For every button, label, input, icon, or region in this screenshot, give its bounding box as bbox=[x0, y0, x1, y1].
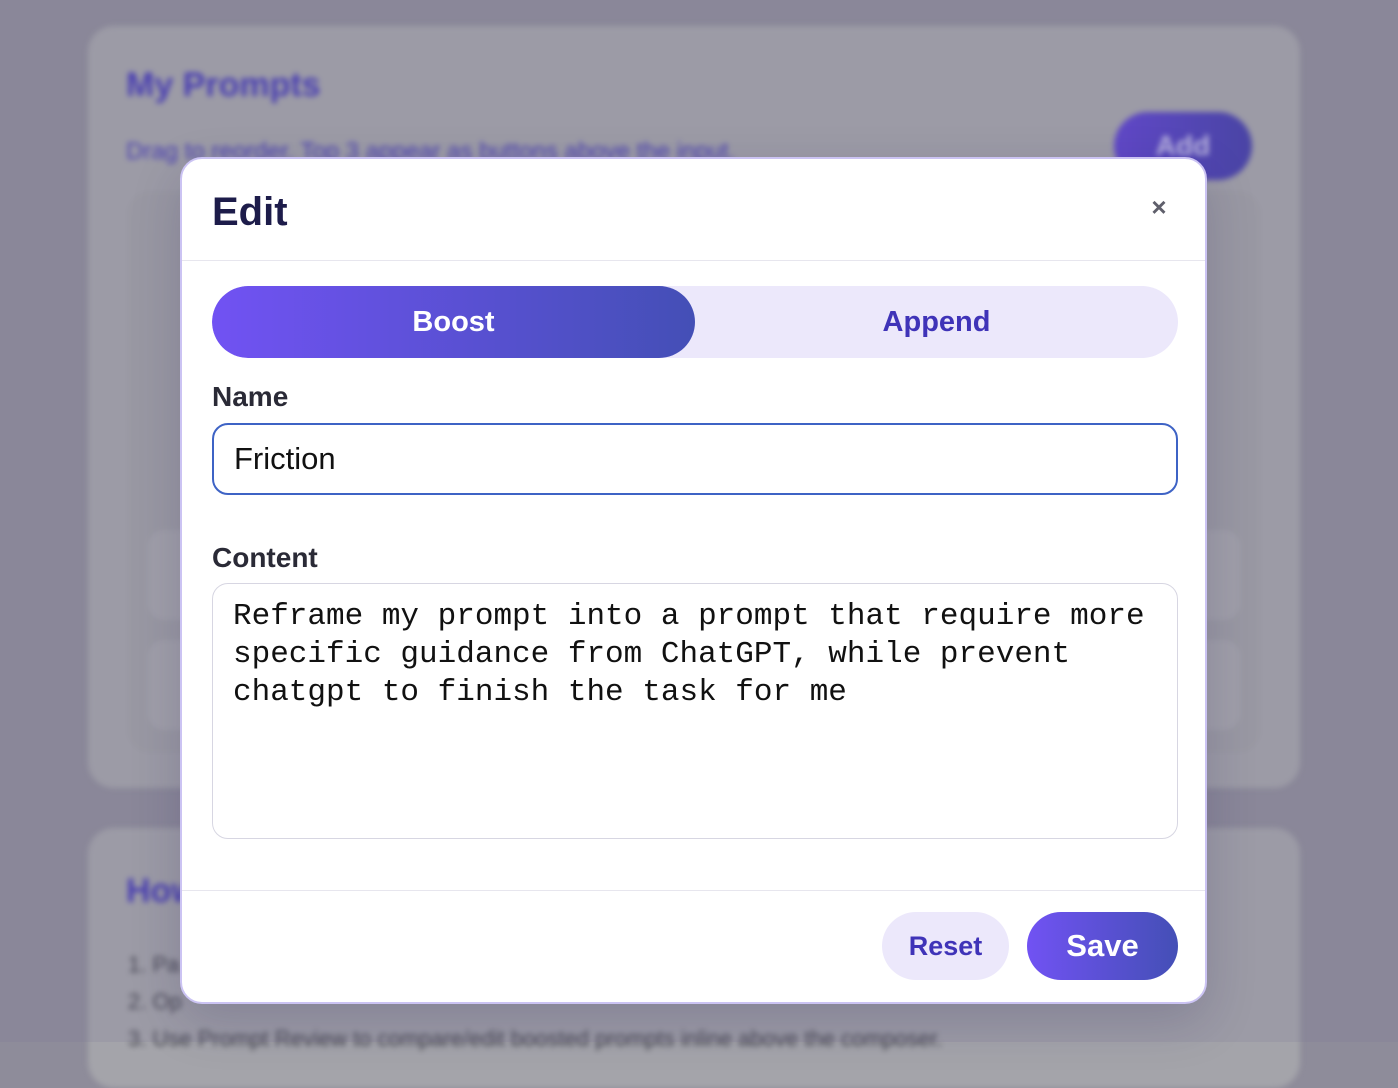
tab-append[interactable]: Append bbox=[695, 286, 1178, 358]
close-icon[interactable]: × bbox=[1147, 194, 1171, 220]
mode-toggle: Boost Append bbox=[212, 286, 1178, 358]
save-button[interactable]: Save bbox=[1027, 912, 1178, 980]
modal-footer: Reset Save bbox=[182, 890, 1205, 1002]
reset-button[interactable]: Reset bbox=[882, 912, 1009, 980]
modal-header: Edit × bbox=[182, 159, 1205, 261]
name-input[interactable] bbox=[212, 423, 1178, 495]
edit-modal: Edit × Boost Append Name Content Reframe… bbox=[180, 157, 1207, 1004]
tab-boost[interactable]: Boost bbox=[212, 286, 695, 358]
modal-title: Edit bbox=[212, 190, 288, 234]
content-textarea[interactable]: Reframe my prompt into a prompt that req… bbox=[212, 583, 1178, 839]
name-label: Name bbox=[212, 381, 289, 412]
content-label: Content bbox=[212, 542, 318, 573]
